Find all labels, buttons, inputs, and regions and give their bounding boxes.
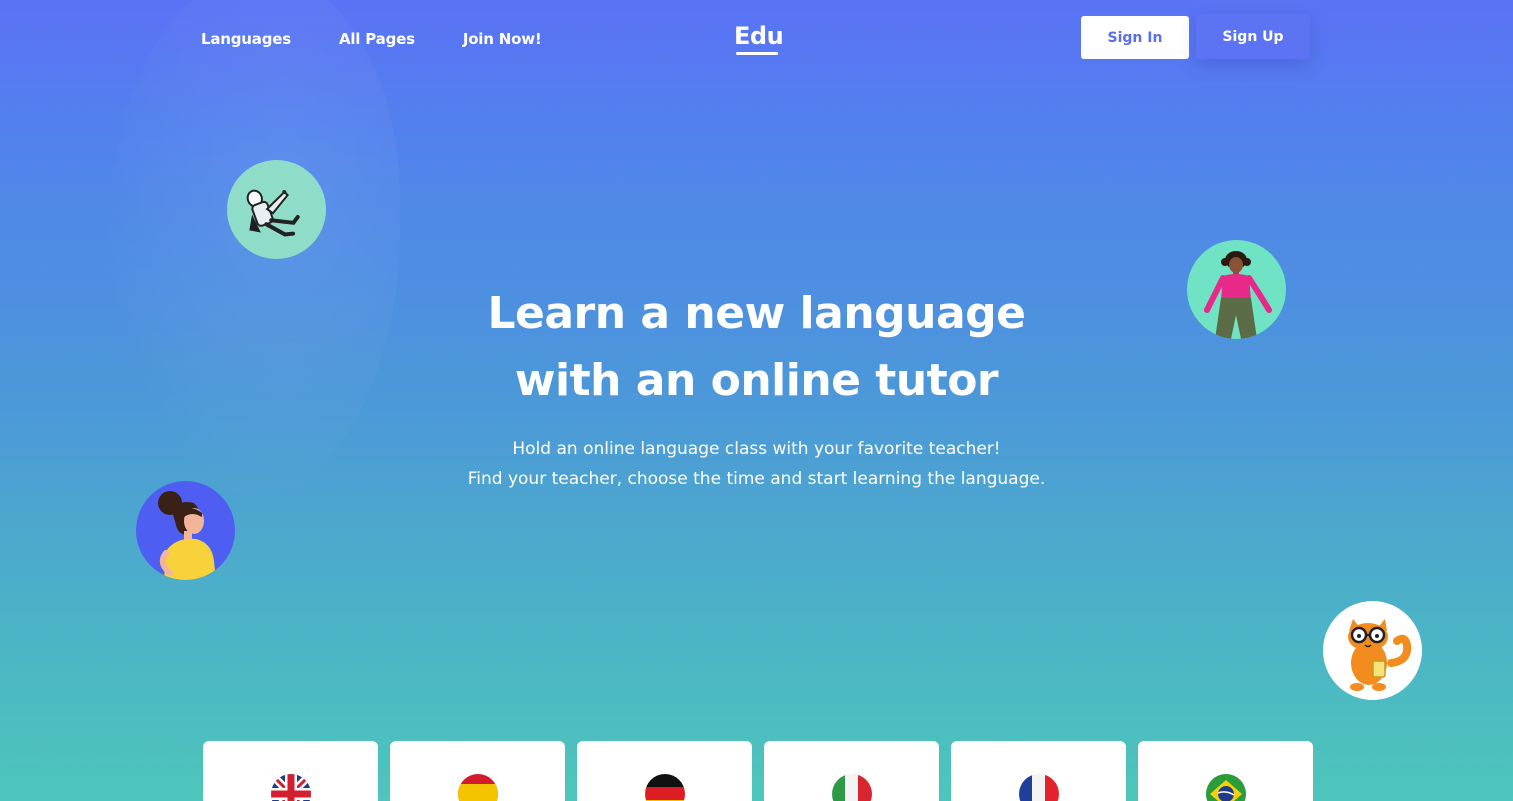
uk-flag-icon	[271, 774, 311, 801]
language-card-english[interactable]	[203, 741, 378, 801]
hero-subtitle-line1: Hold an online language class with your …	[512, 439, 1001, 459]
sign-up-button[interactable]: Sign Up	[1196, 14, 1310, 59]
hero-subtitle-line2: Find your teacher, choose the time and s…	[467, 469, 1046, 489]
brazil-flag-icon	[1206, 774, 1246, 801]
logo-underline	[736, 52, 778, 55]
site-logo[interactable]: Edu	[734, 22, 784, 50]
hero-title: Learn a new language with an online tuto…	[0, 280, 1513, 414]
language-cards	[203, 741, 1313, 801]
hero-title-line1: Learn a new language	[487, 288, 1026, 339]
italy-flag-icon	[832, 774, 872, 801]
language-card-spanish[interactable]	[390, 741, 565, 801]
language-card-italian[interactable]	[764, 741, 939, 801]
language-card-german[interactable]	[577, 741, 752, 801]
language-card-french[interactable]	[951, 741, 1126, 801]
germany-flag-icon	[645, 774, 685, 801]
astronaut-avatar	[227, 160, 326, 259]
nav-link-languages[interactable]: Languages	[201, 30, 291, 48]
france-flag-icon	[1019, 774, 1059, 801]
hero-subtitle: Hold an online language class with your …	[0, 434, 1513, 494]
nav-link-all-pages[interactable]: All Pages	[339, 30, 415, 48]
cat-avatar	[1323, 601, 1422, 700]
hero-title-line2: with an online tutor	[514, 355, 999, 406]
main-nav: Languages All Pages Join Now!	[201, 30, 542, 48]
language-card-portuguese[interactable]	[1138, 741, 1313, 801]
nav-link-join-now[interactable]: Join Now!	[463, 30, 542, 48]
woman-pink-avatar	[1187, 240, 1286, 339]
woman-yellow-avatar	[136, 481, 235, 580]
spain-flag-icon	[458, 774, 498, 801]
sign-in-button[interactable]: Sign In	[1081, 16, 1189, 59]
